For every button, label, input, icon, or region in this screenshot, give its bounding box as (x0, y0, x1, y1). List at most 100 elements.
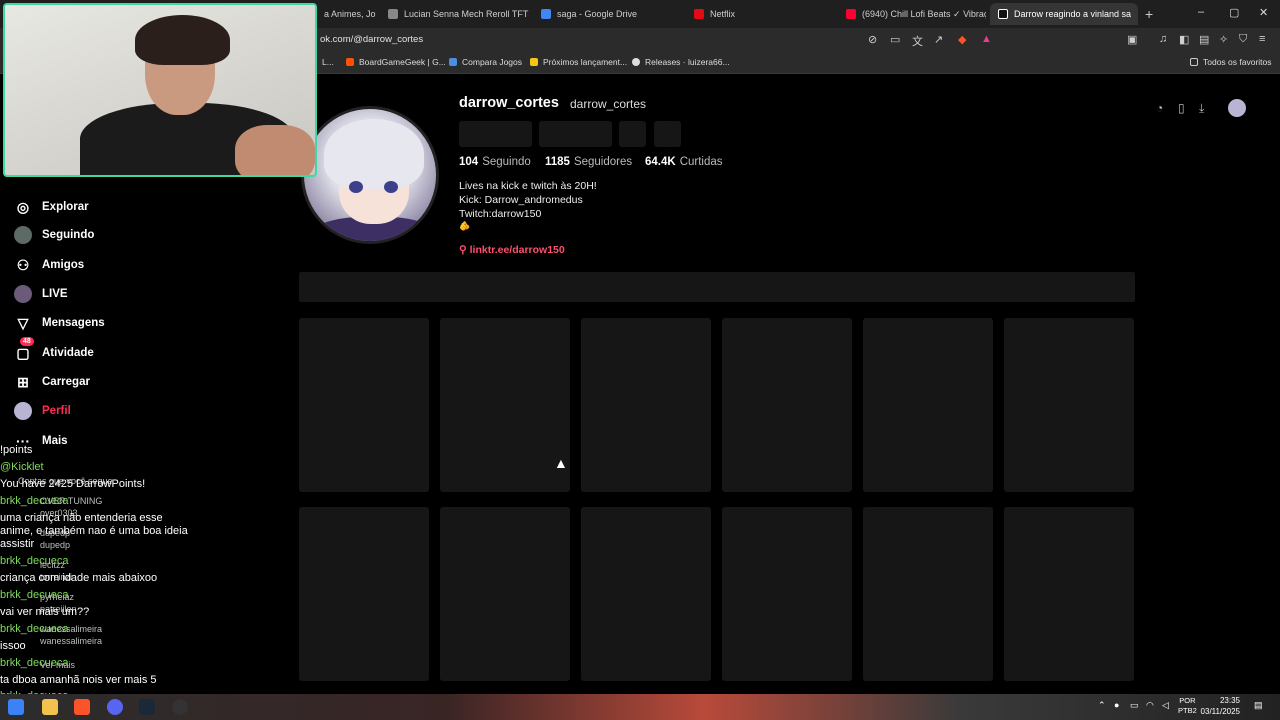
sidebar-item-amigos[interactable]: ⚇ Amigos (14, 256, 84, 274)
sidebar-item-explorar[interactable]: ◎ Explorar (14, 198, 89, 216)
user-avatar[interactable] (1228, 99, 1246, 117)
browser-tab[interactable]: Netflix (686, 3, 836, 25)
video-tile[interactable] (581, 507, 711, 681)
bookmark-item[interactable]: L... (322, 57, 334, 67)
new-tab-button[interactable]: + (1145, 6, 1153, 22)
minimize-button[interactable]: – (1198, 6, 1204, 18)
avatar (14, 285, 32, 303)
youtube-icon (846, 9, 856, 19)
brave-shield-icon[interactable]: ◆ (958, 33, 966, 46)
suggest-button[interactable] (619, 121, 646, 147)
phone-icon[interactable]: ▯ (1178, 101, 1185, 115)
sidebar-item-label: Mensagens (42, 317, 105, 329)
sidebar-item-label: Explorar (42, 201, 89, 213)
windows-start-icon[interactable] (8, 699, 24, 715)
chat-message: !points (0, 444, 33, 456)
video-tile[interactable] (722, 318, 852, 492)
maximize-button[interactable]: ▢ (1229, 6, 1239, 19)
stat-value: 1185 (545, 156, 570, 168)
bookmark-item[interactable]: BoardGameGeek | G... (346, 57, 446, 67)
video-tile[interactable] (1004, 507, 1134, 681)
sidebar-item-label: Amigos (42, 259, 85, 271)
gauge-icon[interactable]: ◔ (1156, 101, 1163, 115)
browser-tab[interactable]: (6940) Chill Lofi Beats ✓ Vibraçõ (838, 3, 986, 25)
music-icon[interactable]: ♫ (1159, 33, 1167, 45)
rewards-icon[interactable]: ▲ (981, 33, 992, 45)
steam-icon[interactable] (139, 699, 155, 715)
link-icon: ⚲ (459, 244, 470, 256)
close-window-button[interactable]: ✕ (1259, 6, 1268, 19)
translate-icon[interactable]: 文 (912, 33, 923, 49)
obs-icon[interactable] (172, 699, 188, 715)
bookmark-item[interactable]: Releases · luizera66... (632, 57, 730, 67)
notifications-icon[interactable]: ▤ (1254, 700, 1263, 711)
more-options-button[interactable] (654, 121, 681, 147)
tab-label: saga - Google Drive (557, 9, 638, 19)
netflix-icon (694, 9, 704, 19)
video-tile[interactable] (440, 507, 570, 681)
sidebar-toggle-icon[interactable]: ▣ (1127, 33, 1137, 46)
sidebar-item-mensagens[interactable]: ▽ Mensagens (14, 314, 105, 332)
bookmark-item[interactable]: Próximos lançament... (530, 57, 627, 67)
browser-tab[interactable]: Lucian Senna Mech Reroll TFT Co (380, 3, 530, 25)
system-clock[interactable]: 23:35 03/11/2025 (1201, 695, 1240, 717)
chat-username: @Kicklet (0, 461, 44, 473)
profile-link[interactable]: ⚲ linktr.ee/darrow150 (459, 244, 565, 256)
cam-arm (235, 125, 315, 175)
close-tab-icon[interactable]: ✕ (1137, 8, 1138, 21)
video-tile[interactable] (863, 318, 993, 492)
menu-icon[interactable]: ≡ (1259, 33, 1265, 45)
bookmark-item[interactable]: Compara Jogos (449, 57, 522, 67)
vpn-icon[interactable]: ⛉ (1239, 33, 1247, 46)
sidebar-item-perfil[interactable]: Perfil (14, 402, 71, 420)
volume-icon[interactable]: ◁ (1162, 700, 1169, 711)
wifi-icon[interactable]: ◠ (1146, 700, 1154, 711)
profile-nickname: darrow_cortes (570, 97, 647, 111)
no-tracking-icon[interactable]: ⊘ (868, 33, 877, 46)
video-tile[interactable] (863, 507, 993, 681)
video-tile[interactable] (1004, 318, 1134, 492)
browser-tab[interactable]: saga - Google Drive (533, 3, 683, 25)
folder-icon (1190, 58, 1198, 66)
sidebar-item-seguindo[interactable]: Seguindo (14, 226, 94, 244)
sidebar-item-carregar[interactable]: ⊞ Carregar (14, 373, 90, 391)
browser-tab-active[interactable]: Darrow reagindo a vinland sa ✕ (990, 3, 1138, 25)
microphone-icon[interactable]: ● (1114, 700, 1119, 710)
video-tile[interactable] (299, 318, 429, 492)
chat-message: assistir (0, 538, 35, 550)
message-button[interactable] (539, 121, 612, 147)
download-icon[interactable]: ⤓ (1199, 101, 1204, 116)
url-field[interactable]: ok.com/@darrow_cortes (320, 34, 423, 45)
brave-browser-icon[interactable] (74, 699, 90, 715)
profile-tabs-bar[interactable] (299, 272, 1135, 302)
stat-followers[interactable]: 1185 Seguidores (545, 156, 632, 168)
sidebar-item-live[interactable]: LIVE (14, 285, 68, 303)
sidebar-item-label: Perfil (42, 405, 71, 417)
panel-icon[interactable]: ◧ (1179, 33, 1189, 46)
chat-username: brkk_decueca (0, 657, 69, 669)
video-tile[interactable] (581, 318, 711, 492)
discord-icon[interactable] (107, 699, 123, 715)
wallet-icon[interactable]: ▤ (1199, 33, 1209, 46)
cam-hair (135, 15, 230, 65)
language-indicator[interactable]: POR PTB2 (1178, 696, 1197, 716)
share-icon[interactable]: ↗ (934, 33, 943, 46)
sidebar-item-atividade[interactable]: ▢ 48 Atividade (14, 337, 94, 362)
chat-message: uma criança não entenderia esse (0, 512, 163, 524)
file-explorer-icon[interactable] (42, 699, 58, 715)
browser-tab[interactable]: a Animes, Jo (316, 3, 378, 25)
video-tile[interactable] (722, 507, 852, 681)
bookmark-label: Todos os favoritos (1203, 57, 1272, 67)
tray-chevron-icon[interactable]: ⌃ (1098, 700, 1106, 711)
video-tile[interactable] (440, 318, 570, 492)
clock-date: 03/11/2025 (1200, 707, 1240, 716)
ai-icon[interactable]: ✧ (1219, 33, 1228, 46)
follow-button[interactable] (459, 121, 532, 147)
all-bookmarks-button[interactable]: Todos os favoritos (1190, 57, 1272, 67)
profile-avatar[interactable] (301, 106, 439, 244)
stat-following[interactable]: 104 Seguindo (459, 156, 531, 168)
display-icon[interactable]: ▭ (1130, 700, 1139, 711)
screen-icon[interactable]: ▭ (890, 33, 900, 46)
video-tile[interactable] (299, 507, 429, 681)
chat-message: anime, e também nao é uma boa ideia (0, 525, 188, 537)
